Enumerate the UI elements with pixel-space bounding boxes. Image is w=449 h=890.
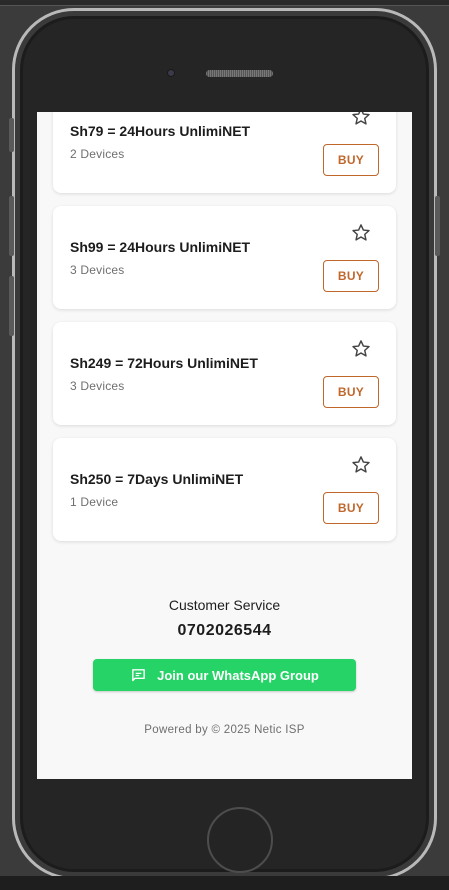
- plan-title: Sh249 = 72Hours UnlimiNET: [70, 355, 258, 371]
- plan-title: Sh79 = 24Hours UnlimiNET: [70, 123, 251, 139]
- side-button-volume-down: [9, 276, 14, 336]
- plan-card: Sh99 = 24Hours UnlimiNET 3 Devices BUY: [53, 206, 396, 309]
- join-whatsapp-button[interactable]: Join our WhatsApp Group: [93, 659, 356, 691]
- plan-title: Sh250 = 7Days UnlimiNET: [70, 471, 244, 487]
- buy-button[interactable]: BUY: [323, 376, 379, 408]
- side-button-volume-up: [9, 196, 14, 256]
- app-screen: Sh79 = 24Hours UnlimiNET 2 Devices BUY S…: [37, 112, 412, 779]
- customer-service-phone[interactable]: 0702026544: [37, 622, 412, 640]
- star-outline-icon[interactable]: [350, 112, 372, 128]
- front-camera: [167, 69, 175, 77]
- plan-devices: 2 Devices: [70, 147, 125, 161]
- side-button-power: [435, 196, 440, 256]
- plan-devices: 3 Devices: [70, 263, 125, 277]
- chat-icon: [132, 668, 145, 681]
- buy-button[interactable]: BUY: [323, 492, 379, 524]
- plan-title: Sh99 = 24Hours UnlimiNET: [70, 239, 251, 255]
- footer-credit: Powered by © 2025 Netic ISP: [144, 724, 305, 736]
- top-toolbar-strip: [0, 0, 449, 6]
- plan-devices: 3 Devices: [70, 379, 125, 393]
- side-button-mute: [9, 118, 14, 152]
- plan-card: Sh250 = 7Days UnlimiNET 1 Device BUY: [53, 438, 396, 541]
- buy-button[interactable]: BUY: [323, 144, 379, 176]
- home-button[interactable]: [207, 807, 273, 873]
- bottom-strip: [0, 876, 449, 890]
- plan-card: Sh249 = 72Hours UnlimiNET 3 Devices BUY: [53, 322, 396, 425]
- customer-service-label: Customer Service: [168, 597, 281, 613]
- star-outline-icon[interactable]: [350, 454, 372, 476]
- star-outline-icon[interactable]: [350, 222, 372, 244]
- star-outline-icon[interactable]: [350, 338, 372, 360]
- buy-button[interactable]: BUY: [323, 260, 379, 292]
- plan-devices: 1 Device: [70, 495, 119, 509]
- plan-card: Sh79 = 24Hours UnlimiNET 2 Devices BUY: [53, 112, 396, 193]
- join-whatsapp-label: Join our WhatsApp Group: [157, 667, 319, 683]
- earpiece-speaker: [206, 70, 273, 77]
